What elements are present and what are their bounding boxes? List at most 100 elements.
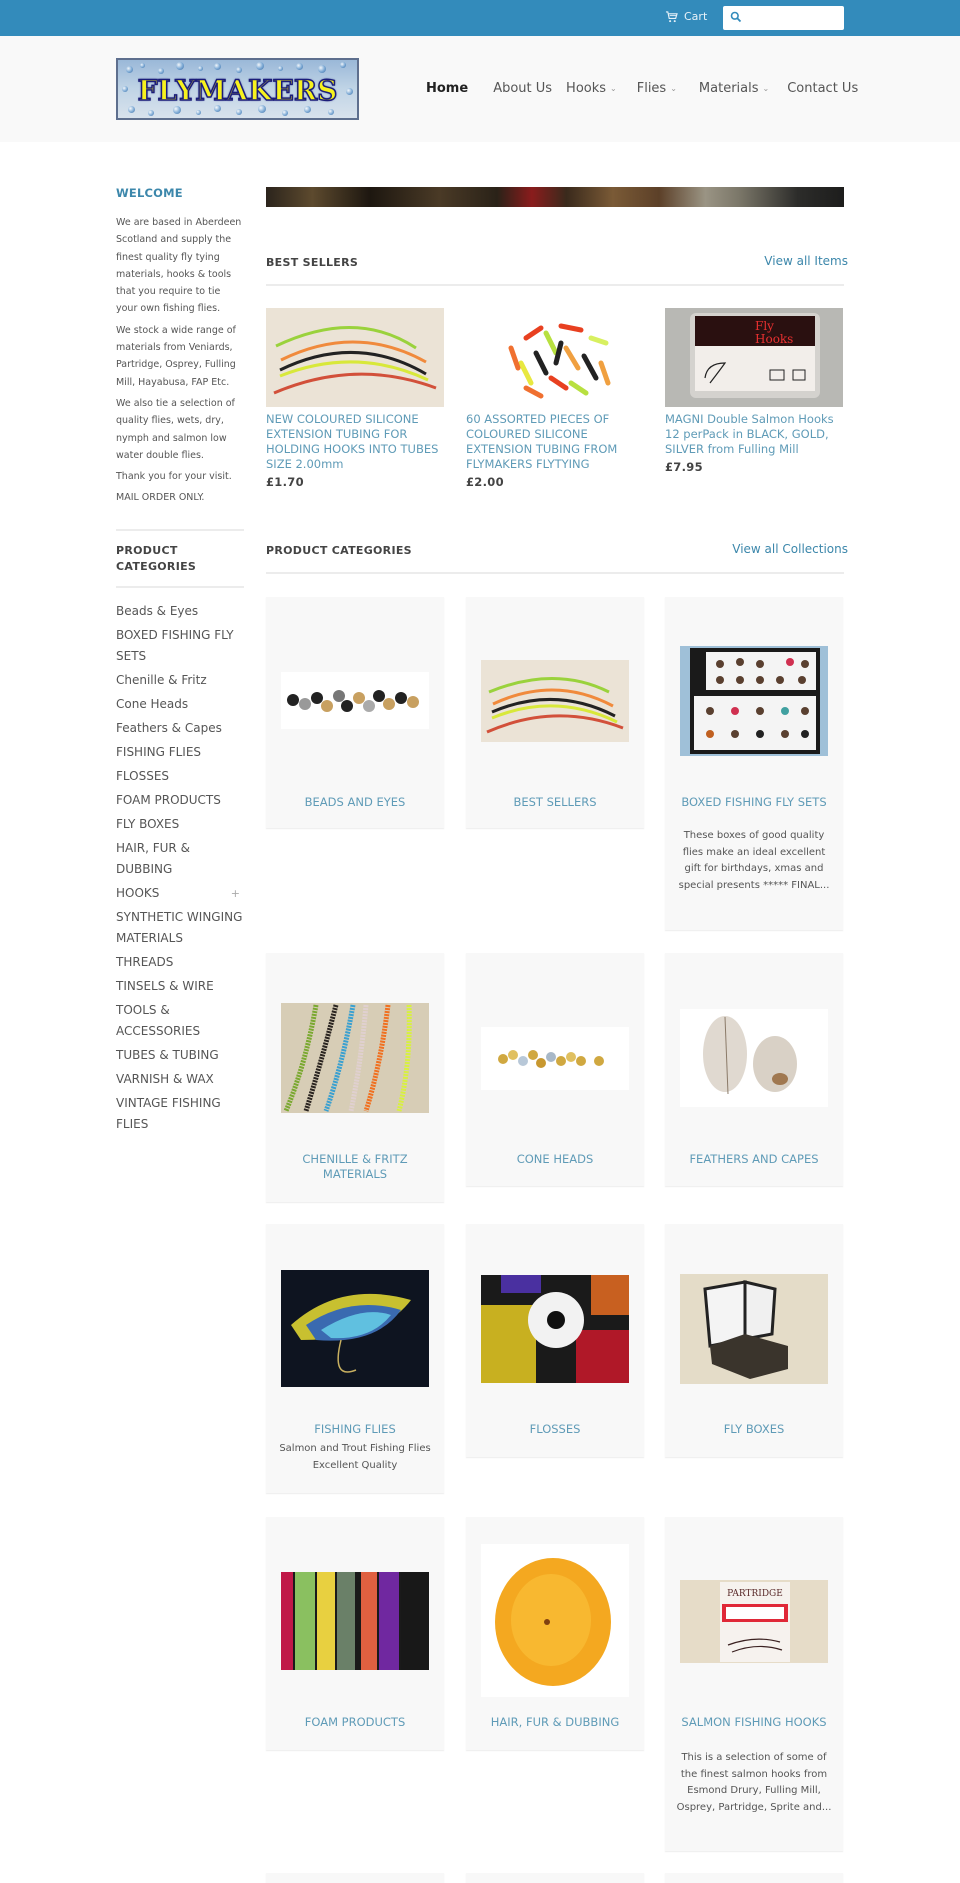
collection-image-foam-sheets [281, 1572, 429, 1670]
product-image-silicone-tubing[interactable] [266, 308, 444, 407]
category-link-hooks[interactable]: HOOKS + [116, 883, 244, 904]
category-link[interactable]: Chenille & Fritz [116, 670, 244, 691]
product-card[interactable]: Fly Hooks MAGNI Double Salmon Hooks 12 p… [665, 308, 843, 474]
product-categories-header: PRODUCT CATEGORIES View all Collections [266, 542, 848, 574]
view-all-collections-link[interactable]: View all Collections [732, 542, 848, 556]
view-all-items-link[interactable]: View all Items [764, 254, 848, 268]
product-name[interactable]: 60 ASSORTED PIECES OF COLOURED SILICONE … [466, 412, 644, 472]
product-name[interactable]: NEW COLOURED SILICONE EXTENSION TUBING F… [266, 412, 444, 472]
product-categories-title: PRODUCT CATEGORIES [266, 544, 412, 557]
collection-title[interactable]: FLY BOXES [673, 1422, 835, 1437]
category-link[interactable]: Beads & Eyes [116, 601, 244, 622]
cart-icon [665, 10, 678, 22]
collection-image-fly-box-set [680, 646, 828, 756]
categories-title: PRODUCT CATEGORIES [116, 543, 197, 573]
category-link[interactable]: BOXED FISHING FLY SETS [116, 625, 244, 667]
welcome-paragraph: Thank you for your visit. [116, 471, 232, 483]
category-link[interactable]: HAIR, FUR & DUBBING [116, 838, 206, 880]
welcome-title: WELCOME [116, 186, 183, 200]
collection-image-orange-fur [481, 1544, 629, 1697]
expand-plus-icon[interactable]: + [231, 883, 240, 904]
collection-title[interactable]: BEST SELLERS [474, 795, 636, 810]
collection-title[interactable]: FEATHERS AND CAPES [673, 1152, 835, 1167]
product-card[interactable]: NEW COLOURED SILICONE EXTENSION TUBING F… [266, 308, 444, 489]
collection-title[interactable]: BOXED FISHING FLY SETS [673, 795, 835, 810]
collection-image-partridge-hooks: PARTRIDGE [680, 1580, 828, 1663]
svg-text:Fly: Fly [755, 319, 774, 333]
nav-materials[interactable]: Materials ⌄ [699, 81, 769, 96]
product-name[interactable]: MAGNI Double Salmon Hooks 12 perPack in … [665, 412, 843, 457]
logo[interactable]: FLYMAKERS [116, 58, 359, 120]
collection-title[interactable]: CHENILLE & FRITZ MATERIALS [274, 1152, 436, 1182]
collection-card[interactable]: PARTRIDGE SALMON FISHING HOOKS This is a… [665, 1517, 843, 1851]
collection-card[interactable]: FOAM PRODUCTS [266, 1517, 444, 1750]
search-icon[interactable] [730, 11, 742, 23]
collection-card[interactable]: BEADS AND EYES [266, 597, 444, 828]
hero-banner-image[interactable] [266, 187, 844, 207]
product-price: £7.95 [665, 460, 703, 474]
product-card[interactable]: 60 ASSORTED PIECES OF COLOURED SILICONE … [466, 308, 644, 489]
sidebar: WELCOME We are based in Aberdeen Scotlan… [116, 186, 244, 1138]
site-header: FLYMAKERS Home About Us Hooks ⌄ Flies ⌄ Ma… [0, 36, 960, 142]
divider [116, 528, 244, 531]
category-link[interactable]: Cone Heads [116, 694, 244, 715]
collection-title[interactable]: SALMON FISHING HOOKS [673, 1715, 835, 1730]
category-link[interactable]: THREADS [116, 952, 244, 973]
search-input[interactable] [745, 6, 841, 30]
category-link[interactable]: TUBES & TUBING [116, 1045, 244, 1066]
collection-card[interactable]: BOXED FISHING FLY SETS These boxes of go… [665, 597, 843, 930]
cart-label: Cart [684, 10, 708, 23]
collection-card[interactable]: CHENILLE & FRITZ MATERIALS [266, 953, 444, 1202]
welcome-paragraph: We also tie a selection of quality flies… [116, 397, 235, 461]
collection-image-silicone-tubing [481, 660, 629, 742]
collection-title[interactable]: HAIR, FUR & DUBBING [474, 1715, 636, 1730]
collection-description: Salmon and Trout Fishing Flies Excellent… [279, 1443, 431, 1471]
collection-card[interactable]: BEST SELLERS [466, 597, 644, 828]
collection-card[interactable]: HAIR, FUR & DUBBING [466, 1517, 644, 1750]
nav-about-us[interactable]: About Us [493, 81, 552, 96]
collection-title[interactable]: FLOSSES [474, 1422, 636, 1437]
chevron-down-icon: ⌄ [610, 84, 617, 93]
category-link[interactable]: SYNTHETIC WINGING MATERIALS [116, 907, 244, 949]
cart-link[interactable]: Cart [665, 10, 707, 23]
search-box[interactable] [723, 6, 844, 30]
collection-card[interactable]: FLY BOXES [665, 1224, 843, 1457]
collection-title[interactable]: CONE HEADS [474, 1152, 636, 1167]
category-link[interactable]: FOAM PRODUCTS [116, 790, 244, 811]
nav-contact-us[interactable]: Contact Us [787, 81, 858, 96]
chevron-down-icon: ⌄ [762, 84, 770, 93]
collection-card[interactable]: FISHING FLIES Salmon and Trout Fishing F… [266, 1224, 444, 1493]
category-link[interactable]: VINTAGE FISHING FLIES [116, 1093, 228, 1135]
collection-title[interactable]: FISHING FLIES [274, 1422, 436, 1437]
category-link[interactable]: FLY BOXES [116, 814, 244, 835]
logo-text: FLYMAKERS [137, 73, 338, 108]
collection-card[interactable]: CONE HEADS [466, 953, 644, 1186]
product-image-assorted-tubing[interactable] [466, 308, 644, 407]
category-link[interactable]: FLOSSES [116, 766, 244, 787]
collection-title[interactable]: FOAM PRODUCTS [274, 1715, 436, 1730]
category-link[interactable]: TOOLS & ACCESSORIES [116, 1000, 200, 1042]
nav-home[interactable]: Home [426, 81, 468, 96]
collection-title[interactable]: BEADS AND EYES [274, 795, 436, 810]
top-bar: Cart [0, 0, 960, 36]
collection-card[interactable]: FEATHERS AND CAPES [665, 953, 843, 1186]
best-sellers-title: BEST SELLERS [266, 256, 359, 269]
collection-description: These boxes of good quality flies make a… [678, 830, 830, 891]
collection-image-feathers [680, 1009, 828, 1107]
nav-flies[interactable]: Flies ⌄ [637, 81, 677, 96]
category-link[interactable]: Feathers & Capes [116, 718, 244, 739]
collection-image-salmon-fly [281, 1270, 429, 1387]
category-link[interactable]: FISHING FLIES [116, 742, 244, 763]
product-price: £2.00 [466, 475, 504, 489]
category-link[interactable]: VARNISH & WAX [116, 1069, 244, 1090]
category-list: Beads & Eyes BOXED FISHING FLY SETS Chen… [116, 601, 244, 1135]
nav-hooks[interactable]: Hooks ⌄ [566, 81, 617, 96]
welcome-paragraph: We are based in Aberdeen Scotland and su… [116, 217, 242, 315]
collection-card[interactable]: FLOSSES [466, 1224, 644, 1457]
best-sellers-header: BEST SELLERS View all Items [266, 254, 848, 286]
main-nav: Home About Us Hooks ⌄ Flies ⌄ Materials ⌄ C… [426, 81, 858, 96]
collection-image-chenille [281, 1003, 429, 1113]
product-image-fulling-mill-hooks[interactable]: Fly Hooks [665, 308, 843, 407]
category-link[interactable]: TINSELS & WIRE [116, 976, 244, 997]
collection-image-cone-heads [481, 1027, 629, 1090]
